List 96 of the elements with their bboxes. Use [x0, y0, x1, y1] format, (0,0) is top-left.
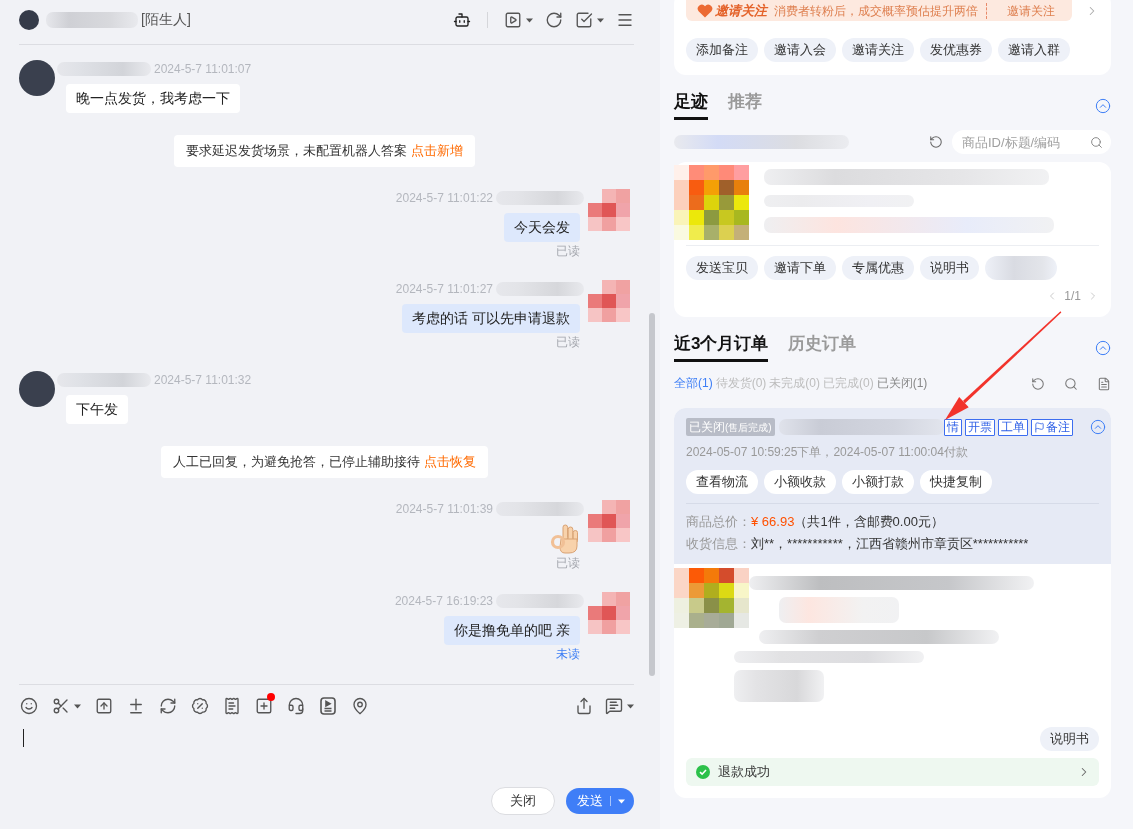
caret-icon[interactable] [597, 17, 604, 23]
read-status: 已读 [556, 335, 580, 349]
search-icon[interactable] [1064, 376, 1078, 391]
caret-icon[interactable] [74, 703, 81, 709]
collapse-icon[interactable] [1095, 98, 1111, 114]
caret-icon[interactable] [627, 703, 634, 709]
message-icon[interactable] [605, 697, 623, 715]
add-square-icon[interactable] [255, 697, 273, 715]
upload-icon[interactable] [95, 697, 113, 715]
caret-icon[interactable] [618, 798, 625, 804]
order-tag[interactable]: 情 [943, 418, 962, 436]
pixelated-avatar [588, 592, 630, 634]
order-status-tag: 已关闭(售后完成) [686, 418, 775, 436]
search-field[interactable]: 商品ID/标题/编码 [952, 130, 1111, 154]
message-bubble: 晚一点发货，我考虑一下 [66, 84, 240, 113]
action-chip[interactable]: 添加备注 [686, 38, 758, 62]
action-chip[interactable]: 邀请关注 [842, 38, 914, 62]
refresh-icon[interactable] [545, 11, 563, 29]
contact-tag: [陌生人] [141, 11, 191, 29]
promo-brand: 邀请关注 [715, 3, 767, 18]
document-icon[interactable] [1097, 376, 1111, 391]
refresh-icon[interactable] [929, 135, 943, 149]
percent-badge-icon[interactable] [191, 697, 209, 715]
message-time: 2024-5-7 16:19:23 [394, 593, 493, 610]
flag-icon[interactable] [1033, 421, 1045, 433]
message-bubble: 考虑的话 可以先申请退款 [402, 304, 580, 333]
contact-avatar [19, 60, 55, 96]
action-chip[interactable]: 说明书 [920, 256, 979, 280]
refund-status-text: 退款成功 [718, 763, 770, 781]
pixelated-avatar [588, 280, 630, 322]
refresh-icon[interactable] [159, 697, 177, 715]
contact-avatar [19, 371, 55, 407]
checkbox-icon[interactable] [575, 11, 593, 29]
order-filter[interactable]: 全部(1) [674, 375, 713, 392]
notice-text: 要求延迟发货场景，未配置机器人答案 [186, 142, 407, 160]
ok-hand-icon [550, 524, 580, 554]
order-filter[interactable]: 已关闭(1) [876, 375, 928, 392]
scrollbar-thumb[interactable] [649, 313, 655, 676]
message-bubble: 下午发 [66, 395, 128, 424]
message-time: 2024-5-7 11:01:22 [395, 190, 493, 207]
message-time: 2024-5-7 11:01:39 [395, 501, 493, 518]
action-chip[interactable]: 专属优惠 [842, 256, 914, 280]
action-chip[interactable]: 快捷复制 [920, 470, 992, 494]
order-tag[interactable]: 开票 [964, 418, 995, 436]
action-chip[interactable]: 邀请入群 [998, 38, 1070, 62]
collapse-icon[interactable] [1095, 340, 1111, 356]
action-chip[interactable]: 发送宝贝 [686, 256, 758, 280]
order-tag[interactable]: 备注 [1030, 418, 1073, 436]
contact-avatar [19, 10, 39, 30]
pixelated-avatar [588, 500, 630, 542]
send-button[interactable]: 发送 [566, 788, 634, 814]
plus-minus-icon[interactable] [127, 697, 145, 715]
action-chip[interactable]: 小额打款 [842, 470, 914, 494]
refresh-icon[interactable] [1031, 376, 1045, 391]
refund-status-bar[interactable]: 退款成功 [686, 758, 1099, 786]
read-status: 已读 [556, 556, 580, 570]
caret-icon[interactable] [526, 17, 533, 23]
pixelated-avatar [588, 189, 630, 231]
message-time: 2024-5-7 11:01:32 [154, 372, 252, 389]
section-tab[interactable]: 近3个月订单 [674, 334, 769, 362]
promo-text: 消费者转粉后，成交概率预估提升两倍 [774, 3, 978, 18]
order-tag[interactable]: 工单 [997, 418, 1028, 436]
robot-icon[interactable] [453, 11, 471, 29]
scissors-icon[interactable] [52, 697, 70, 715]
read-status: 未读 [556, 647, 580, 661]
collapse-icon[interactable] [1089, 419, 1106, 435]
document-play-icon[interactable] [319, 697, 337, 715]
message-time: 2024-5-7 11:01:07 [154, 61, 252, 78]
action-chip[interactable]: 邀请入会 [764, 38, 836, 62]
action-chip[interactable]: 发优惠券 [920, 38, 992, 62]
video-icon[interactable] [504, 11, 522, 29]
share-icon[interactable] [575, 697, 593, 715]
blurred-chip [985, 256, 1057, 280]
action-chip[interactable]: 小额收款 [764, 470, 836, 494]
action-chip[interactable]: 邀请下单 [764, 256, 836, 280]
message-time: 2024-5-7 11:01:27 [395, 281, 493, 298]
message-bubble: 你是撸免单的吧 亲 [444, 616, 580, 645]
price-summary: 商品总价：¥ 66.93（共1件，含邮费0.00元） [686, 515, 945, 529]
order-times: 2024-05-07 10:59:25下单，2024-05-07 11:00:04付款 [686, 445, 969, 459]
action-chip[interactable]: 查看物流 [686, 470, 758, 494]
smiley-icon[interactable] [20, 697, 38, 715]
action-chip[interactable]: 说明书 [1040, 727, 1099, 751]
receipt-icon[interactable] [223, 697, 241, 715]
heart-icon [697, 3, 713, 18]
menu-icon[interactable] [616, 11, 634, 29]
check-circle-icon [696, 765, 710, 779]
message-bubble: 今天会发 [504, 213, 580, 242]
map-pin-icon[interactable] [351, 697, 369, 715]
section-tab[interactable]: 足迹 [674, 92, 708, 120]
close-button[interactable]: 关闭 [491, 787, 555, 815]
search-icon[interactable] [1090, 135, 1103, 149]
headset-icon[interactable] [287, 697, 305, 715]
notice-text: 人工已回复，为避免抢答，已停止辅助接待 [173, 453, 420, 471]
read-status: 已读 [556, 244, 580, 258]
page-indicator: 1/1 [1064, 289, 1081, 303]
shipping-info: 收货信息：刘**，***********，江西省赣州市章贡区*********** [686, 537, 1030, 551]
